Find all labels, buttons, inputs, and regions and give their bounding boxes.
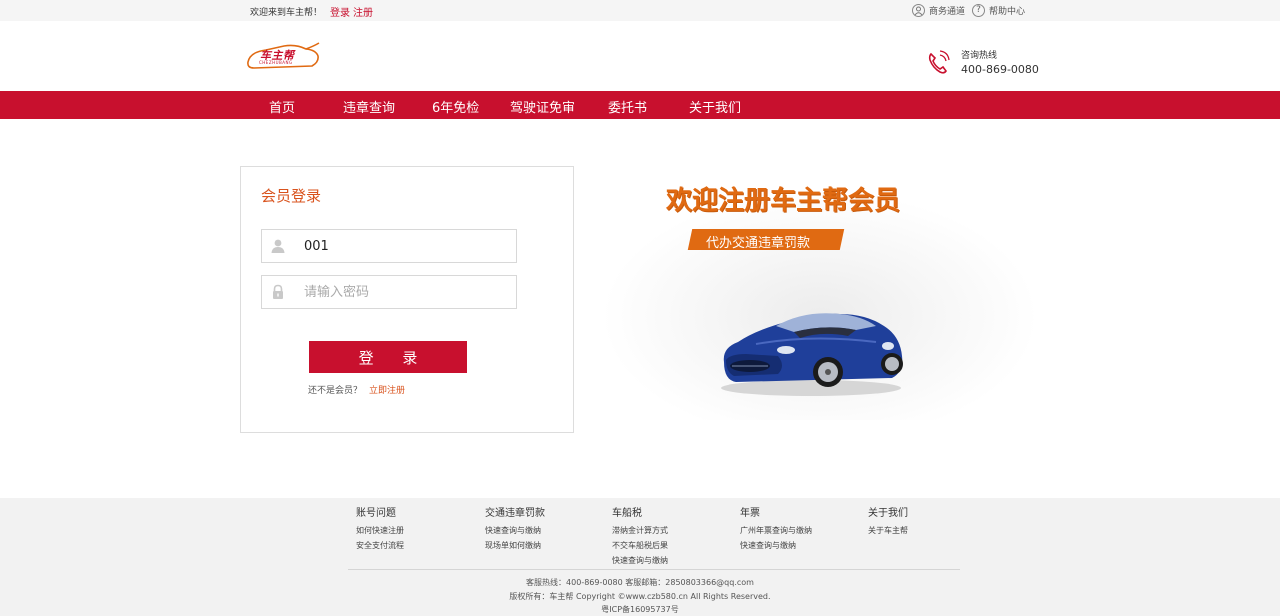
footer-column-heading: 交通违章罚款 — [485, 508, 545, 519]
register-now-link[interactable]: 立即注册 — [369, 383, 405, 396]
top-login-link[interactable]: 登录 — [330, 4, 350, 19]
footer-link[interactable]: 现场单如何缴纳 — [485, 538, 545, 553]
password-field[interactable] — [261, 275, 517, 309]
footer-column-heading: 账号问题 — [356, 508, 396, 519]
nav-item-about-us[interactable]: 关于我们 — [689, 97, 741, 116]
business-channel-link[interactable]: 商务通道 — [912, 4, 965, 17]
site-logo[interactable]: 车主帮 CHEZHUBANG — [244, 40, 320, 74]
question-icon: ? — [972, 4, 985, 17]
logo-subtext: CHEZHUBANG — [259, 60, 293, 65]
page: 欢迎来到车主帮！ 登录 注册 商务通道 ? 帮助中心 车主帮 CHEZHUBAN… — [0, 0, 1280, 616]
help-center-link[interactable]: ? 帮助中心 — [972, 4, 1025, 17]
nav-item-home[interactable]: 首页 — [269, 97, 295, 116]
sports-car-image — [721, 313, 903, 396]
welcome-text: 欢迎来到车主帮！ — [250, 8, 323, 18]
footer-column-heading: 车船税 — [612, 508, 642, 519]
user-icon — [912, 4, 925, 17]
nav-item-violation-query[interactable]: 违章查询 — [343, 97, 395, 116]
footer-service-line: 客服热线：400-869-0080 客服邮箱：2850803366@qq.com — [526, 578, 754, 587]
footer-link[interactable]: 关于车主帮 — [868, 523, 908, 538]
main-nav: 首页 违章查询 6年免检 驾驶证免审 委托书 关于我们 — [0, 91, 1280, 119]
login-card: 会员登录 登 录 还不是会员？ 立即注册 — [240, 166, 574, 433]
hotline-number: 400-869-0080 — [961, 63, 1039, 76]
username-field[interactable] — [261, 229, 517, 263]
help-center-label: 帮助中心 — [989, 7, 1026, 17]
footer-column-traffic-fines: 交通违章罚款 快速查询与缴纳 现场单如何缴纳 — [485, 504, 545, 553]
business-channel-label: 商务通道 — [929, 7, 966, 17]
footer-column-annual-ticket: 年票 广州年票查询与缴纳 快速查询与缴纳 — [740, 504, 812, 553]
login-title: 会员登录 — [261, 187, 322, 205]
footer-divider — [348, 569, 960, 570]
footer-link[interactable]: 快速查询与缴纳 — [485, 523, 545, 538]
nav-item-inspection-exempt[interactable]: 6年免检 — [432, 97, 479, 116]
footer-column-heading: 关于我们 — [868, 508, 908, 519]
footer-link[interactable]: 如何快速注册 — [356, 523, 404, 538]
phone-icon — [928, 50, 950, 74]
footer: 账号问题 如何快速注册 安全支付流程 交通违章罚款 快速查询与缴纳 现场单如何缴… — [0, 498, 1280, 616]
footer-column-account: 账号问题 如何快速注册 安全支付流程 — [356, 504, 404, 553]
login-button[interactable]: 登 录 — [309, 341, 467, 373]
footer-link[interactable]: 滞纳金计算方式 — [612, 523, 668, 538]
footer-column-heading: 年票 — [740, 508, 760, 519]
footer-copyright: 版权所有：车主帮 Copyright ©www.czb580.cn All Ri… — [509, 592, 771, 601]
hotline-label: 咨询热线 — [961, 51, 998, 61]
promo-tagline: 代办交通违章罚款 — [706, 236, 811, 251]
lock-icon — [273, 284, 283, 299]
footer-link[interactable]: 快速查询与缴纳 — [740, 538, 812, 553]
footer-column-about: 关于我们 关于车主帮 — [868, 504, 908, 538]
footer-link[interactable]: 不交车船税后果 — [612, 538, 668, 553]
footer-icp: 粤ICP备16095737号 — [601, 605, 679, 614]
footer-column-vehicle-tax: 车船税 滞纳金计算方式 不交车船税后果 快速查询与缴纳 — [612, 504, 668, 568]
username-input[interactable] — [304, 230, 504, 262]
top-bar: 欢迎来到车主帮！ 登录 注册 商务通道 ? 帮助中心 — [0, 0, 1280, 21]
footer-link[interactable]: 广州年票查询与缴纳 — [740, 523, 812, 538]
footer-link[interactable]: 安全支付流程 — [356, 538, 404, 553]
not-member-text: 还不是会员？ — [308, 386, 363, 396]
password-input[interactable] — [304, 276, 504, 308]
top-register-link[interactable]: 注册 — [353, 4, 373, 19]
footer-link[interactable]: 快速查询与缴纳 — [612, 553, 668, 568]
nav-item-license-exempt[interactable]: 驾驶证免审 — [510, 97, 575, 116]
nav-item-power-of-attorney[interactable]: 委托书 — [608, 97, 647, 116]
promo-title: 欢迎注册车主帮会员 — [666, 186, 901, 216]
user-icon — [271, 239, 285, 253]
